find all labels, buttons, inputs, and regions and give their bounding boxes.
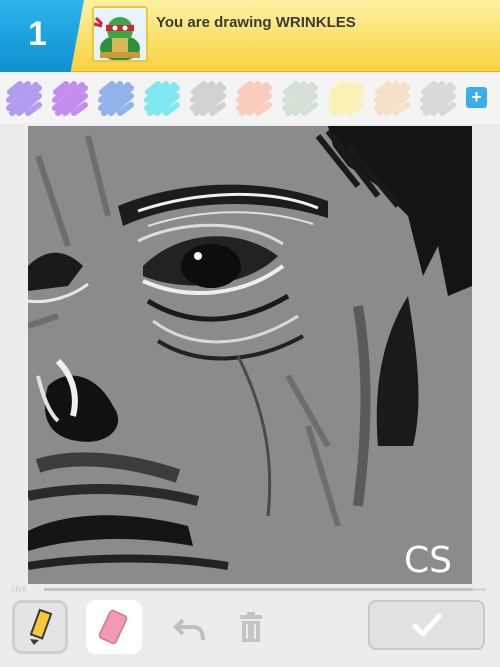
color-swatch[interactable]: [6, 80, 42, 116]
done-button[interactable]: [368, 600, 485, 650]
round-number: 1: [28, 15, 47, 53]
eraser-icon: [98, 609, 128, 645]
ink-label: INK: [12, 585, 29, 594]
drawing-prompt: You are drawing WRINKLES: [156, 14, 356, 31]
color-swatch[interactable]: [374, 80, 410, 116]
color-swatch[interactable]: [328, 80, 364, 116]
drawing-artwork: CS: [28, 126, 472, 584]
color-swatch[interactable]: [52, 80, 88, 116]
color-swatch[interactable]: [420, 80, 456, 116]
pencil-button[interactable]: [12, 600, 68, 654]
round-badge: 1: [0, 0, 84, 72]
undo-icon: [173, 618, 205, 641]
color-swatch[interactable]: [144, 80, 180, 116]
color-swatch[interactable]: [98, 80, 134, 116]
color-swatch[interactable]: [190, 80, 226, 116]
top-bar: 1 You are drawing WRINKLES: [0, 0, 500, 72]
prompt-prefix: You are drawing: [156, 14, 276, 31]
color-swatch[interactable]: [236, 80, 272, 116]
undo-button[interactable]: [173, 610, 207, 644]
trash-button[interactable]: [234, 610, 268, 644]
drawing-canvas[interactable]: CS: [28, 126, 472, 584]
eraser-button[interactable]: [86, 600, 142, 654]
ink-fill: [44, 588, 473, 591]
turtle-avatar-icon: [92, 6, 148, 62]
color-palette: [0, 74, 500, 124]
prompt-word: WRINKLES: [275, 14, 356, 31]
plus-icon[interactable]: +: [466, 87, 487, 108]
color-swatch[interactable]: [282, 80, 318, 116]
checkmark-icon: [412, 613, 442, 637]
ink-meter: [44, 588, 486, 591]
pencil-icon: [29, 608, 53, 645]
artist-signature: CS: [404, 540, 452, 581]
tool-bar: [0, 596, 500, 667]
trash-icon: [240, 612, 262, 642]
